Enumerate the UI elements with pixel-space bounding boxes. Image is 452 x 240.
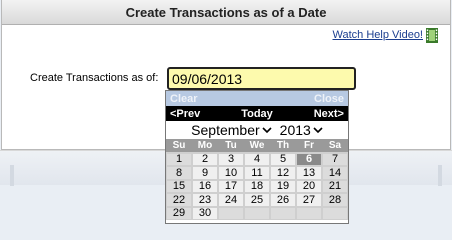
- calendar-day[interactable]: 20: [296, 179, 322, 193]
- calendar-clear-button[interactable]: Clear: [170, 93, 198, 105]
- panel-title: Create Transactions as of a Date: [2, 0, 450, 25]
- calendar-empty-cell: [296, 206, 322, 220]
- strip-divider: [438, 165, 442, 186]
- calendar-empty-cell: [322, 206, 348, 220]
- weekday-header: We: [244, 139, 270, 152]
- calendar-day[interactable]: 13: [296, 166, 322, 180]
- calendar-today-button[interactable]: Today: [241, 108, 273, 120]
- calendar-day[interactable]: 2: [192, 152, 218, 166]
- calendar-day[interactable]: 11: [244, 166, 270, 180]
- calendar-day[interactable]: 16: [192, 179, 218, 193]
- calendar-day[interactable]: 9: [192, 166, 218, 180]
- calendar-prev-button[interactable]: <Prev: [170, 108, 200, 120]
- weekday-header: Th: [270, 139, 296, 152]
- watch-help-video-link[interactable]: Watch Help Video!: [333, 29, 424, 41]
- weekday-header: Su: [166, 139, 192, 152]
- calendar-select-row: September 2013: [166, 121, 348, 139]
- year-select-value: 2013: [279, 122, 311, 138]
- calendar-next-button[interactable]: Next>: [314, 108, 344, 120]
- film-icon[interactable]: [426, 27, 438, 43]
- calendar-day[interactable]: 22: [166, 193, 192, 207]
- calendar-empty-cell: [270, 206, 296, 220]
- calendar-day[interactable]: 1: [166, 152, 192, 166]
- chevron-down-icon: [262, 127, 272, 134]
- strip-divider: [10, 165, 14, 186]
- calendar-day[interactable]: 12: [270, 166, 296, 180]
- calendar-day[interactable]: 25: [244, 193, 270, 207]
- calendar-day[interactable]: 4: [244, 152, 270, 166]
- calendar-day[interactable]: 28: [322, 193, 348, 207]
- calendar-day[interactable]: 7: [322, 152, 348, 166]
- calendar-day[interactable]: 17: [218, 179, 244, 193]
- calendar-close-button[interactable]: Close: [314, 93, 344, 105]
- calendar-day[interactable]: 3: [218, 152, 244, 166]
- calendar-empty-cell: [218, 206, 244, 220]
- calendar-day[interactable]: 15: [166, 179, 192, 193]
- date-picker-calendar: Clear Close <Prev Today Next> September …: [165, 90, 349, 224]
- help-row: Watch Help Video!: [333, 27, 438, 43]
- calendar-day-selected[interactable]: 6: [296, 152, 322, 166]
- calendar-day[interactable]: 10: [218, 166, 244, 180]
- calendar-day[interactable]: 5: [270, 152, 296, 166]
- chevron-down-icon: [313, 127, 323, 134]
- month-select-value: September: [191, 122, 260, 138]
- calendar-day-grid: Su Mo Tu We Th Fr Sa 1 2 3 4 5 6 7 8 9 10 11 12 13 14 15 16 17 1…: [166, 139, 348, 220]
- calendar-day[interactable]: 24: [218, 193, 244, 207]
- calendar-day[interactable]: 27: [296, 193, 322, 207]
- calendar-day[interactable]: 29: [166, 206, 192, 220]
- weekday-header: Sa: [322, 139, 348, 152]
- calendar-day[interactable]: 21: [322, 179, 348, 193]
- calendar-day[interactable]: 30: [192, 206, 218, 220]
- calendar-day[interactable]: 26: [270, 193, 296, 207]
- date-field-label: Create Transactions as of:: [30, 72, 159, 84]
- calendar-day[interactable]: 18: [244, 179, 270, 193]
- calendar-day[interactable]: 14: [322, 166, 348, 180]
- date-input[interactable]: [167, 67, 356, 90]
- calendar-empty-cell: [244, 206, 270, 220]
- weekday-header: Tu: [218, 139, 244, 152]
- weekday-header: Mo: [192, 139, 218, 152]
- year-select[interactable]: 2013: [280, 122, 323, 138]
- calendar-day[interactable]: 23: [192, 193, 218, 207]
- calendar-day[interactable]: 8: [166, 166, 192, 180]
- weekday-header: Fr: [296, 139, 322, 152]
- calendar-day[interactable]: 19: [270, 179, 296, 193]
- month-select[interactable]: September: [191, 122, 272, 138]
- calendar-nav-row: <Prev Today Next>: [166, 106, 348, 121]
- calendar-clear-row: Clear Close: [166, 91, 348, 106]
